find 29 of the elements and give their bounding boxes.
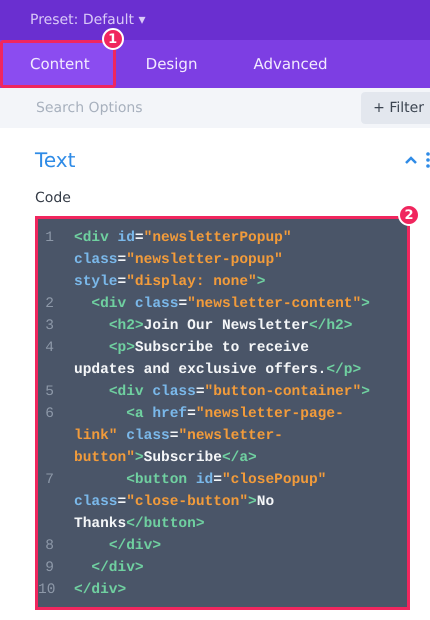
collapse-icon[interactable] (404, 155, 418, 165)
code-line: <div id="newsletterPopup" class="newsletter-popup" style="display: none"> (74, 229, 293, 292)
line-number: 5 (44, 383, 54, 402)
line-number: 9 (44, 559, 54, 578)
code-line: <a href="newsletter-page-link" class="newsletter-button">Subscribe</a> (74, 405, 345, 468)
filter-button[interactable]: + Filter (361, 92, 430, 124)
more-icon[interactable] (426, 152, 430, 168)
callout-badge: 2 (398, 204, 420, 226)
preset-dropdown[interactable]: Preset: Default ▾ (30, 12, 146, 28)
code-line: </div> (90, 559, 145, 578)
line-number: 10 (38, 581, 54, 600)
line-number: 8 (44, 537, 54, 556)
section-title: Text (35, 148, 76, 172)
tab[interactable]: Advanced (223, 40, 354, 88)
line-number: 3 (44, 317, 54, 336)
line-number: 2 (44, 295, 54, 314)
code-line: </div> (108, 537, 162, 556)
search-field[interactable]: Search Options (34, 99, 238, 117)
line-number: 1 (44, 229, 54, 248)
line-number: 6 (44, 405, 54, 424)
code-line: <div class="newsletter-content"> (90, 295, 371, 314)
line-number: 4 (44, 339, 54, 358)
code-line: <div class="button-container"> (108, 383, 371, 402)
line-number: 7 (44, 471, 54, 490)
code-line: </div> (74, 581, 128, 600)
code-line: <h2>Join Our Newsletter</h2> (108, 317, 354, 336)
code-line: <button id="closePopup" class="close-button">No Thanks</button> (74, 471, 328, 534)
field-label: Code (35, 190, 72, 206)
code-line: <p>Subscribe to receive updates and exclusive offers.</p> (74, 339, 362, 380)
